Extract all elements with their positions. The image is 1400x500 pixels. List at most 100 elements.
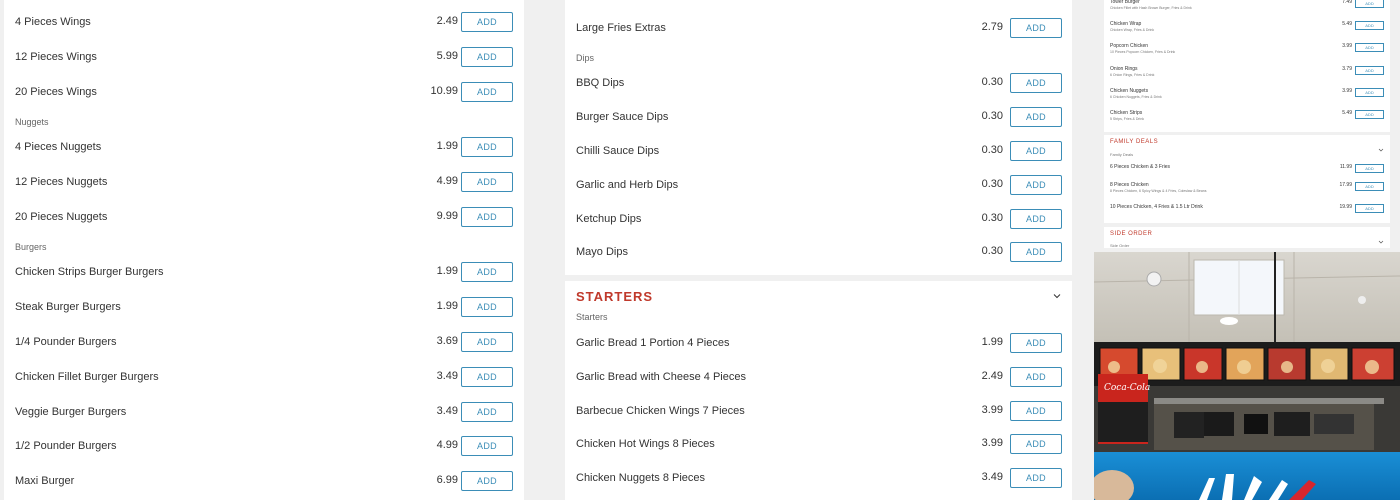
add-to-cart-button[interactable]: ADD: [461, 402, 513, 422]
add-to-cart-button[interactable]: ADD: [1355, 88, 1384, 97]
mini-item-price: 3.99: [1342, 88, 1352, 94]
mini-menu-item-row: Popcorn Chicken 10 Pieces Popcorn Chicken…: [1104, 43, 1390, 63]
menu-item-price: 1.99: [981, 336, 1003, 348]
menu-item-price: 1.99: [436, 140, 458, 152]
add-to-cart-button[interactable]: ADD: [461, 12, 513, 32]
add-to-cart-button[interactable]: ADD: [1355, 66, 1384, 75]
add-to-cart-button[interactable]: ADD: [461, 82, 513, 102]
add-to-cart-button[interactable]: ADD: [1010, 468, 1062, 488]
menu-item-row: 12 Pieces Wings 5.99 ADD: [4, 47, 524, 71]
add-to-cart-button[interactable]: ADD: [1010, 401, 1062, 421]
add-to-cart-button[interactable]: ADD: [461, 471, 513, 491]
menu-item-row: 12 Pieces Nuggets 4.99 ADD: [4, 172, 524, 196]
menu-item-row: Steak Burger Burgers 1.99 ADD: [4, 297, 524, 321]
menu-item-row: Garlic Bread 1 Portion 4 Pieces 1.99 ADD: [565, 333, 1072, 357]
mini-menu-item-row: Onion Rings 6 Onion Rings, Fries & Drink 3…: [1104, 66, 1390, 86]
add-to-cart-button[interactable]: ADD: [1010, 333, 1062, 353]
add-to-cart-button[interactable]: ADD: [461, 332, 513, 352]
add-to-cart-button[interactable]: ADD: [1010, 242, 1062, 262]
add-to-cart-button[interactable]: ADD: [1010, 434, 1062, 454]
menu-item-price: 0.30: [981, 245, 1003, 257]
chevron-down-icon[interactable]: [1378, 140, 1384, 152]
shop-photo: Coca-Cola: [1094, 252, 1400, 500]
mini-item-name: 6 Pieces Chicken & 3 Fries: [1110, 164, 1171, 170]
menu-item-price: 4.99: [436, 439, 458, 451]
mini-item-price: 19.99: [1339, 204, 1352, 210]
menu-item-row: 4 Pieces Wings 2.49 ADD: [4, 12, 524, 36]
menu-item-name: 20 Pieces Nuggets: [15, 211, 108, 223]
mini-item-price: 3.79: [1342, 66, 1352, 72]
add-to-cart-button[interactable]: ADD: [1355, 110, 1384, 119]
mini-card-side-order: SIDE ORDER Side Order: [1104, 227, 1390, 248]
mini-menu-item-row: 6 Pieces Chicken & 3 Fries 11.99 ADD: [1104, 164, 1390, 184]
menu-item-name: Chicken Strips Burger Burgers: [15, 266, 164, 278]
add-to-cart-button[interactable]: ADD: [461, 207, 513, 227]
add-to-cart-button[interactable]: ADD: [1010, 18, 1062, 38]
subhead-nuggets: Nuggets: [15, 117, 49, 127]
menu-item-price: 2.49: [981, 370, 1003, 382]
add-to-cart-button[interactable]: ADD: [461, 137, 513, 157]
menu-item-row: Ketchup Dips 0.30 ADD: [565, 209, 1072, 233]
section-title-family-deals[interactable]: FAMILY DEALS: [1110, 139, 1158, 145]
add-to-cart-button[interactable]: ADD: [1355, 182, 1384, 191]
add-to-cart-button[interactable]: ADD: [1355, 0, 1384, 8]
add-to-cart-button[interactable]: ADD: [1010, 209, 1062, 229]
menu-item-name: 1/4 Pounder Burgers: [15, 336, 117, 348]
subhead-side-order: Side Order: [1110, 243, 1130, 248]
menu-item-row: 1/2 Pounder Burgers 4.99 ADD: [4, 436, 524, 460]
menu-item-row: Chicken Fillet Burger Burgers 3.49 ADD: [4, 367, 524, 391]
add-to-cart-button[interactable]: ADD: [461, 172, 513, 192]
add-to-cart-button[interactable]: ADD: [1355, 204, 1384, 213]
add-to-cart-button[interactable]: ADD: [1010, 367, 1062, 387]
menu-item-price: 5.99: [436, 50, 458, 62]
menu-item-name: 12 Pieces Wings: [15, 51, 97, 63]
add-to-cart-button[interactable]: ADD: [461, 297, 513, 317]
add-to-cart-button[interactable]: ADD: [1010, 175, 1062, 195]
menu-item-name: Barbecue Chicken Wings 7 Pieces: [576, 405, 745, 417]
chevron-down-icon[interactable]: [1052, 291, 1062, 301]
menu-column-left: 4 Pieces Wings 2.49 ADD 12 Pieces Wings 5.99…: [4, 0, 524, 500]
add-to-cart-button[interactable]: ADD: [1355, 43, 1384, 52]
menu-item-name: 12 Pieces Nuggets: [15, 176, 108, 188]
section-title-starters[interactable]: STARTERS: [576, 289, 653, 304]
add-to-cart-button[interactable]: ADD: [461, 367, 513, 387]
mini-menu-item-row: 10 Pieces Chicken, 4 Fries & 1.5 Ltr Dri…: [1104, 204, 1390, 223]
menu-item-name: Ketchup Dips: [576, 213, 642, 225]
chevron-down-icon[interactable]: [1378, 232, 1384, 244]
add-to-cart-button[interactable]: ADD: [1010, 107, 1062, 127]
menu-item-price: 3.99: [981, 437, 1003, 449]
menu-item-row: Garlic Bread with Cheese 4 Pieces 2.49 ADD: [565, 367, 1072, 391]
menu-item-name: Garlic Bread with Cheese 4 Pieces: [576, 371, 746, 383]
mini-item-description: 8 Pieces Chicken, 6 Spicy Wings & 4 Frie…: [1110, 189, 1207, 193]
coca-cola-sign: Coca-Cola: [1104, 383, 1150, 393]
menu-item-price: 6.99: [436, 474, 458, 486]
menu-item-row: Garlic and Herb Dips 0.30 ADD: [565, 175, 1072, 199]
menu-item-row: 20 Pieces Wings 10.99 ADD: [4, 82, 524, 106]
mini-item-description: 5 Strips, Fries & Drink: [1110, 117, 1145, 121]
menu-item-row: Burger Sauce Dips 0.30 ADD: [565, 107, 1072, 131]
menu-item-name: Garlic and Herb Dips: [576, 179, 679, 191]
menu-item-price: 0.30: [981, 110, 1003, 122]
menu-item-name: Maxi Burger: [15, 475, 75, 487]
menu-item-row: 4 Pieces Nuggets 1.99 ADD: [4, 137, 524, 161]
add-to-cart-button[interactable]: ADD: [1010, 73, 1062, 93]
mini-item-name: 10 Pieces Chicken, 4 Fries & 1.5 Ltr Dri…: [1110, 204, 1203, 210]
menu-item-price: 3.99: [981, 404, 1003, 416]
add-to-cart-button[interactable]: ADD: [461, 262, 513, 282]
menu-item-name: 4 Pieces Wings: [15, 16, 91, 28]
menu-item-row: Chilli Sauce Dips 0.30 ADD: [565, 141, 1072, 165]
mini-item-name: Chicken Nuggets: [1110, 88, 1149, 94]
add-to-cart-button[interactable]: ADD: [461, 47, 513, 67]
menu-item-price: 4.99: [436, 175, 458, 187]
section-title-side-order[interactable]: SIDE ORDER: [1110, 231, 1152, 237]
add-to-cart-button[interactable]: ADD: [1010, 141, 1062, 161]
add-to-cart-button[interactable]: ADD: [1355, 21, 1384, 30]
mini-item-price: 7.49: [1342, 0, 1352, 5]
mini-menu-item-row: 8 Pieces Chicken 8 Pieces Chicken, 6 Spic…: [1104, 182, 1390, 202]
menu-item-row: Veggie Burger Burgers 3.49 ADD: [4, 402, 524, 426]
add-to-cart-button[interactable]: ADD: [461, 436, 513, 456]
mini-item-name: Onion Rings: [1110, 66, 1138, 72]
add-to-cart-button[interactable]: ADD: [1355, 164, 1384, 173]
mini-item-price: 3.99: [1342, 43, 1352, 49]
menu-item-row: Large Fries Extras 2.79 ADD: [565, 18, 1072, 42]
